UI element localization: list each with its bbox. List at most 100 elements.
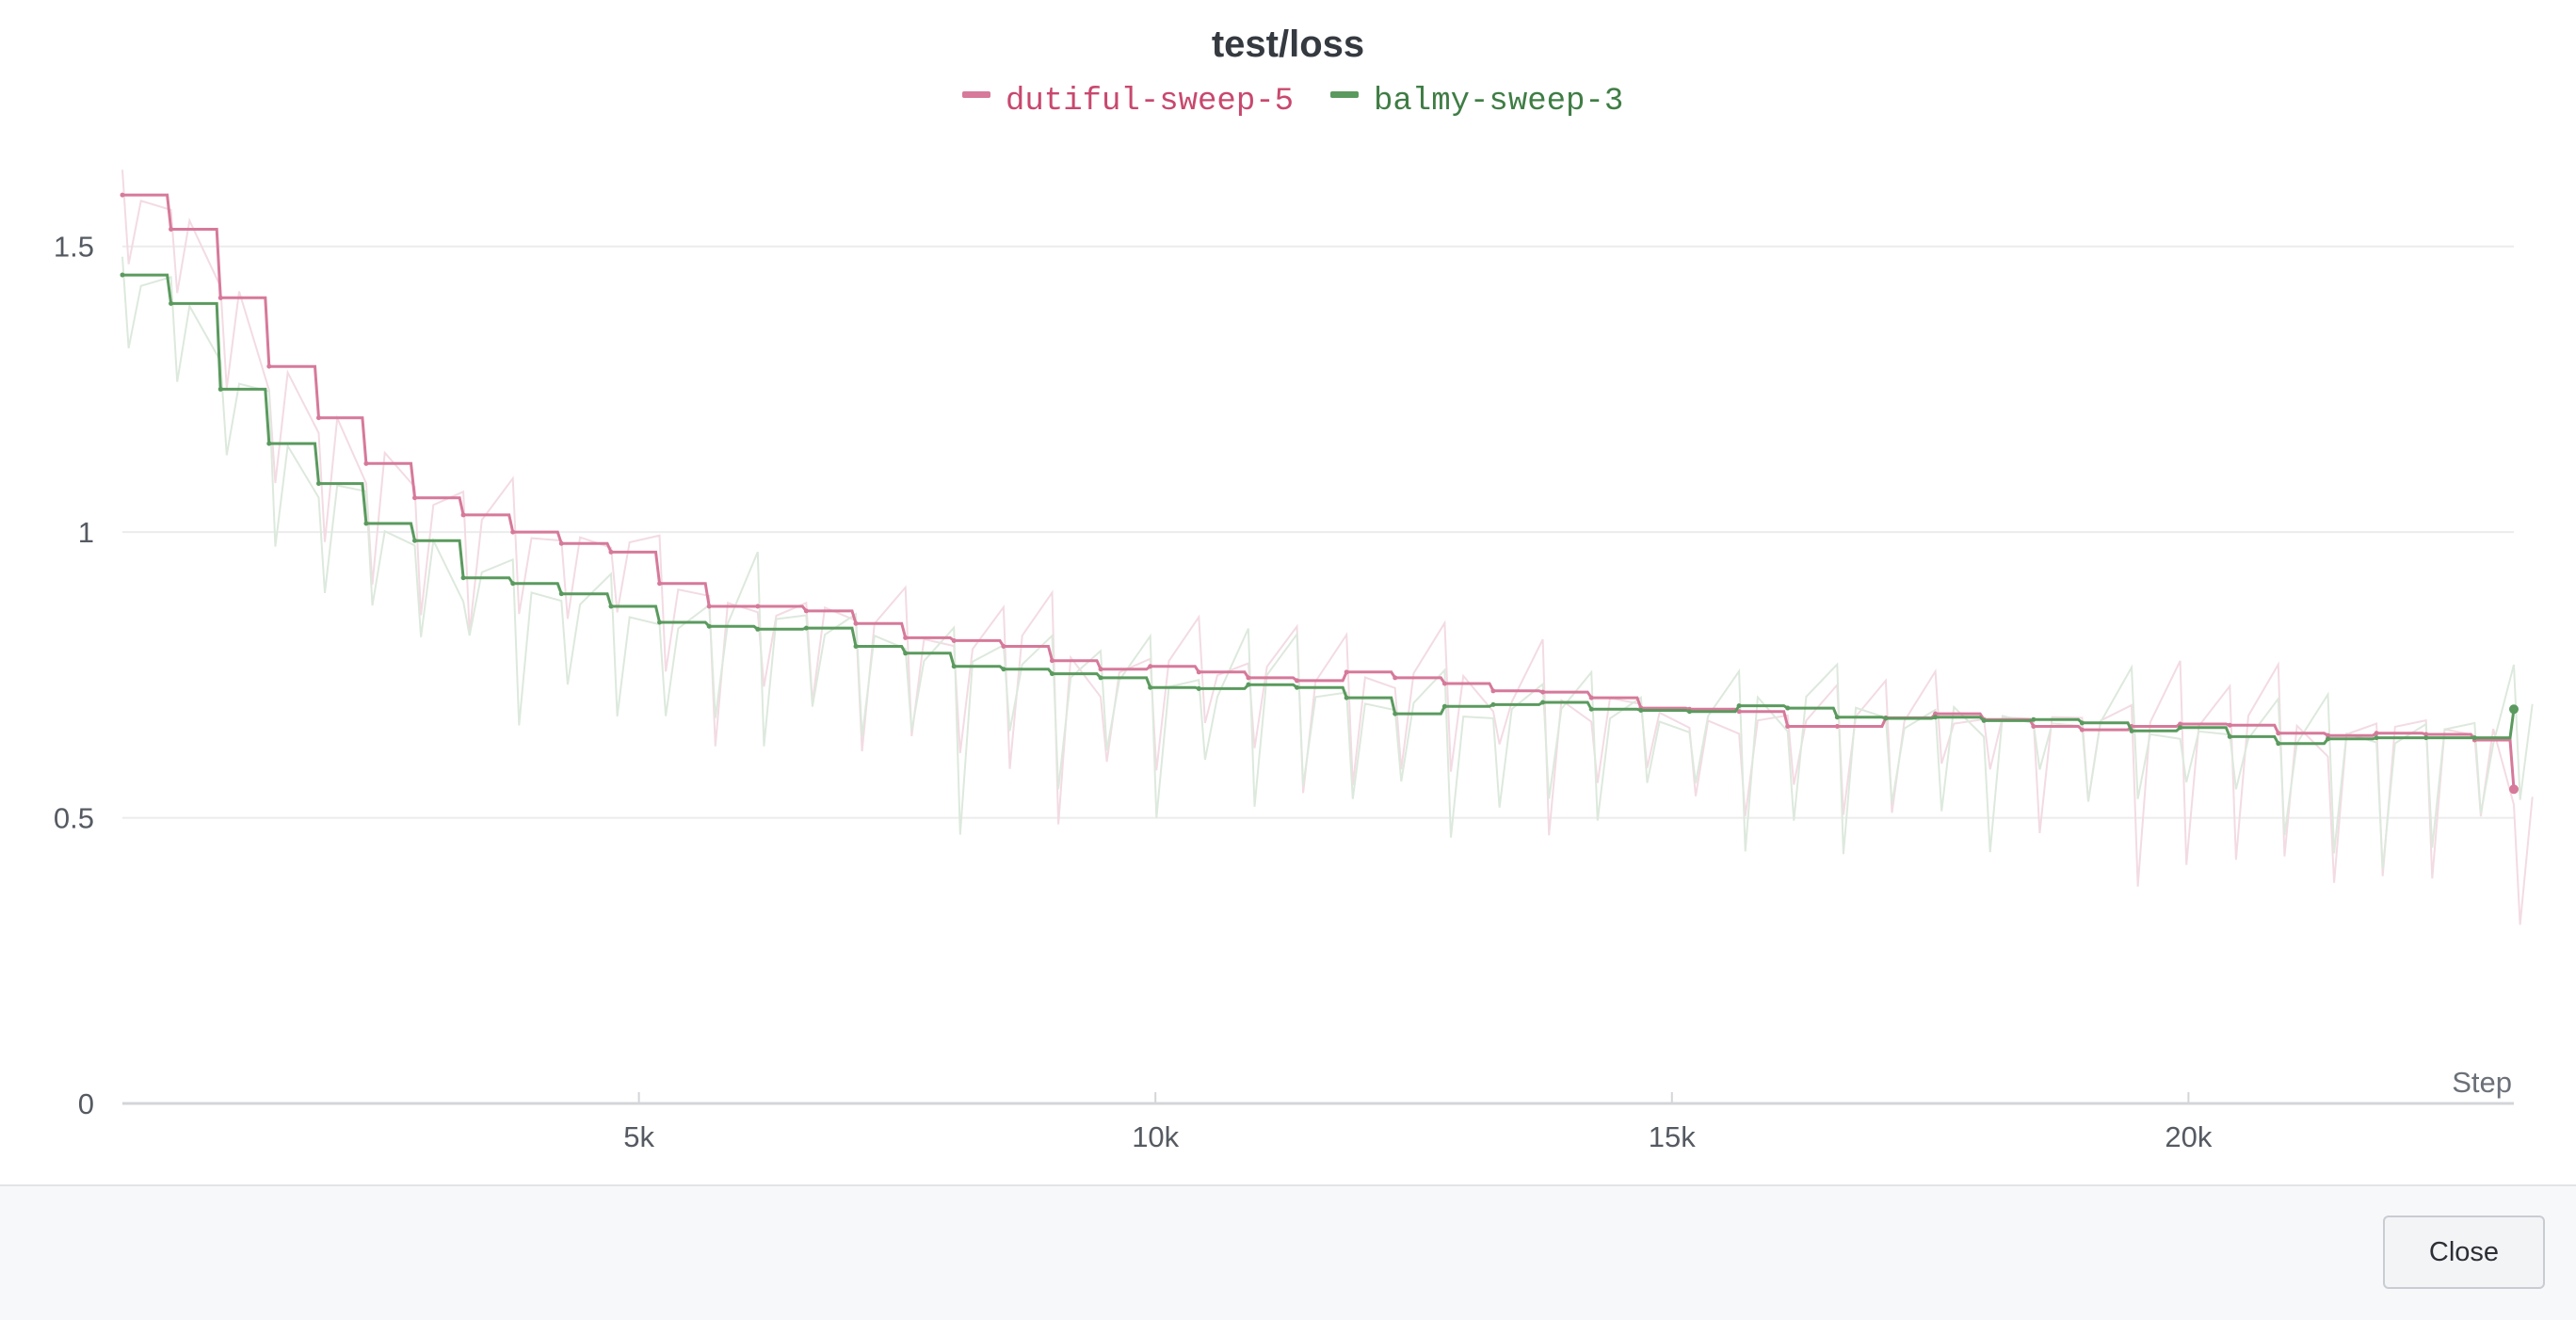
data-point-dutiful-sweep-5 [706,604,712,609]
data-point-balmy-sweep-3 [412,538,418,543]
data-point-balmy-sweep-3 [2471,735,2477,741]
data-point-dutiful-sweep-5 [2276,731,2281,736]
data-point-balmy-sweep-3 [1785,705,1791,711]
data-point-dutiful-sweep-5 [903,635,909,640]
data-point-balmy-sweep-3 [1638,707,1644,713]
data-point-dutiful-sweep-5 [1490,688,1496,694]
data-point-dutiful-sweep-5 [460,512,466,518]
data-point-balmy-sweep-3 [1344,695,1349,700]
data-point-dutiful-sweep-5 [1196,669,1201,675]
data-point-dutiful-sweep-5 [2031,723,2037,729]
data-point-balmy-sweep-3 [1049,671,1055,677]
data-point-balmy-sweep-3 [2423,735,2429,741]
data-point-balmy-sweep-3 [217,386,223,392]
series-line-balmy-sweep-3 [122,273,2516,746]
data-point-balmy-sweep-3 [1933,715,1939,720]
data-point-dutiful-sweep-5 [2227,722,2232,728]
data-point-balmy-sweep-3 [120,272,125,278]
data-point-balmy-sweep-3 [2178,725,2183,731]
data-point-balmy-sweep-3 [2227,733,2232,739]
data-point-balmy-sweep-3 [558,591,564,597]
data-point-balmy-sweep-3 [1393,711,1398,716]
data-point-balmy-sweep-3 [951,664,957,669]
data-point-dutiful-sweep-5 [315,415,321,421]
data-point-dutiful-sweep-5 [1049,658,1055,664]
x-tick-label: 5k [623,1120,654,1153]
dialog-footer [0,1184,2576,1320]
raw-noise-traces [121,169,2534,926]
data-point-balmy-sweep-3 [1098,675,1103,681]
data-point-dutiful-sweep-5 [266,363,272,369]
close-button[interactable]: Close [2383,1215,2545,1289]
x-tick-label: 10k [1132,1120,1179,1153]
data-point-balmy-sweep-3 [266,441,272,446]
data-point-balmy-sweep-3 [1883,716,1889,721]
data-point-dutiful-sweep-5 [2509,784,2519,795]
data-point-balmy-sweep-3 [903,651,909,656]
data-point-balmy-sweep-3 [1981,717,1987,723]
data-point-balmy-sweep-3 [315,481,321,487]
chart-title: test/loss [1212,24,1364,65]
data-point-dutiful-sweep-5 [1148,664,1153,669]
data-point-dutiful-sweep-5 [1393,675,1398,681]
data-point-dutiful-sweep-5 [1246,675,1251,681]
data-point-dutiful-sweep-5 [1785,723,1791,729]
data-point-balmy-sweep-3 [1834,715,1840,720]
data-point-dutiful-sweep-5 [2374,731,2379,736]
data-point-balmy-sweep-3 [460,575,466,581]
data-point-balmy-sweep-3 [2326,736,2331,742]
y-tick-label: 1.5 [54,231,94,264]
data-point-balmy-sweep-3 [853,644,859,650]
data-point-balmy-sweep-3 [706,623,712,629]
data-point-balmy-sweep-3 [608,604,614,609]
data-point-dutiful-sweep-5 [2079,727,2085,732]
legend-label-dutiful-sweep-5: dutiful-sweep-5 [1006,84,1294,120]
data-point-balmy-sweep-3 [1490,701,1496,707]
data-point-dutiful-sweep-5 [1098,667,1103,672]
data-point-dutiful-sweep-5 [1588,695,1594,700]
data-point-dutiful-sweep-5 [217,295,223,300]
data-point-dutiful-sweep-5 [1441,681,1447,686]
y-tick-label: 0 [78,1087,94,1120]
data-point-dutiful-sweep-5 [853,620,859,626]
data-point-dutiful-sweep-5 [1295,678,1300,684]
series-line-dutiful-sweep-5 [122,193,2516,790]
data-point-dutiful-sweep-5 [657,581,663,587]
x-tick-label: 15k [1649,1120,1696,1153]
x-axis-label: Step [2452,1066,2512,1099]
data-point-balmy-sweep-3 [1441,703,1447,709]
data-point-dutiful-sweep-5 [1834,723,1840,729]
data-point-dutiful-sweep-5 [951,637,957,643]
data-point-balmy-sweep-3 [803,625,809,631]
data-point-balmy-sweep-3 [1540,700,1546,705]
data-point-balmy-sweep-3 [2129,728,2134,733]
legend-label-balmy-sweep-3: balmy-sweep-3 [1374,84,1623,120]
data-point-dutiful-sweep-5 [169,227,174,233]
line-chart: test/loss dutiful-sweep-5 balmy-sweep-3 … [54,24,2534,1153]
data-point-dutiful-sweep-5 [120,192,125,198]
data-point-balmy-sweep-3 [1295,684,1300,690]
data-point-balmy-sweep-3 [1196,685,1201,691]
data-point-balmy-sweep-3 [2276,741,2281,747]
data-point-balmy-sweep-3 [363,521,369,526]
data-point-dutiful-sweep-5 [608,549,614,555]
data-point-balmy-sweep-3 [1001,667,1006,672]
y-tick-label: 0.5 [54,802,94,835]
data-point-balmy-sweep-3 [169,300,174,306]
legend: dutiful-sweep-5 balmy-sweep-3 [962,84,1623,120]
data-point-balmy-sweep-3 [657,620,663,625]
data-point-balmy-sweep-3 [2079,720,2085,726]
raw-trace-balmy-sweep-3 [121,256,2534,870]
data-point-dutiful-sweep-5 [363,460,369,466]
axes: 0 0.5 1 1.5 5k 10k 15k 20k [54,231,2514,1153]
chart-panel: test/loss dutiful-sweep-5 balmy-sweep-3 … [0,0,2576,1184]
data-point-dutiful-sweep-5 [1540,689,1546,695]
data-point-dutiful-sweep-5 [1001,644,1006,650]
y-tick-label: 1 [78,516,94,549]
raw-trace-dutiful-sweep-5 [121,169,2534,926]
data-point-balmy-sweep-3 [1736,703,1742,709]
data-point-dutiful-sweep-5 [558,540,564,546]
x-tick-label: 20k [2165,1120,2212,1153]
data-point-balmy-sweep-3 [1246,682,1251,687]
data-point-dutiful-sweep-5 [803,608,809,614]
